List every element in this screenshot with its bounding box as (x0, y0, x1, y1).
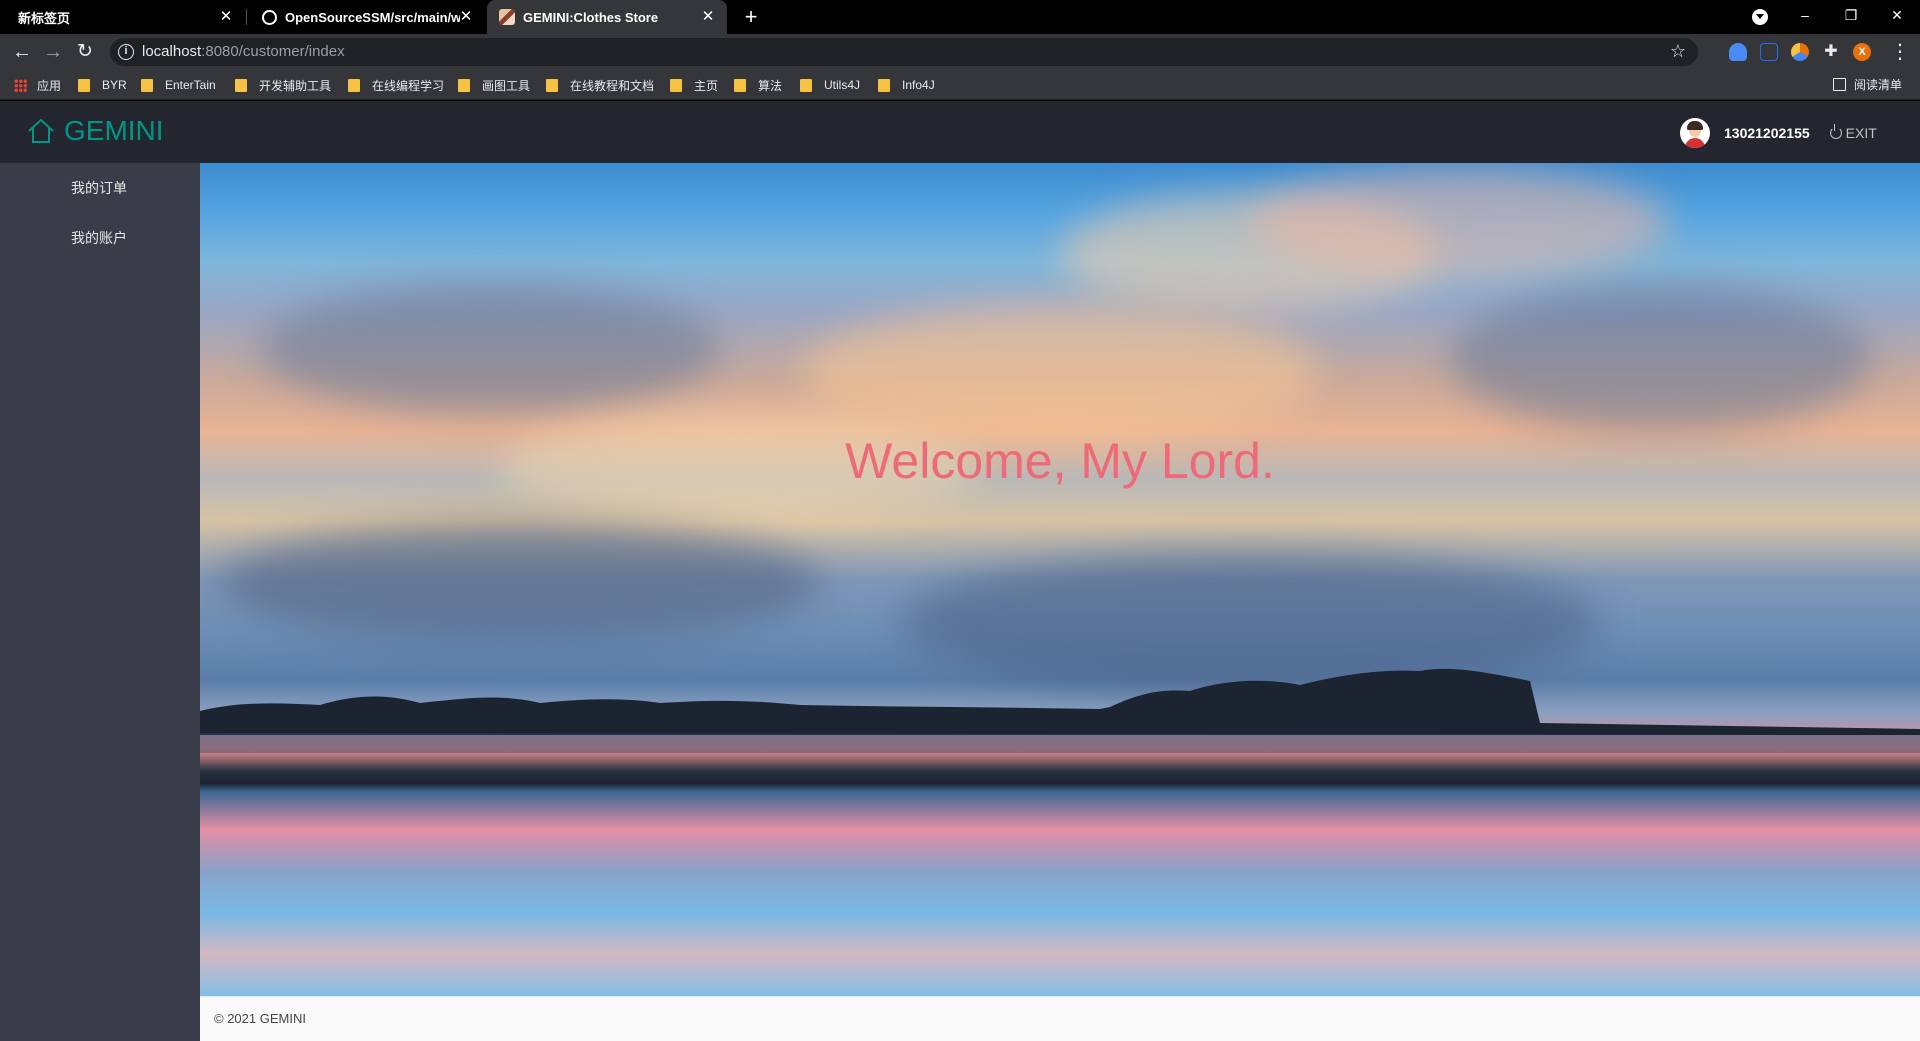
bookmark-label: Info4J (902, 78, 935, 92)
github-icon (262, 9, 277, 25)
folder-icon (348, 78, 360, 92)
store-favicon-icon (499, 9, 515, 25)
bookmark-label: 主页 (694, 78, 719, 93)
folder-icon (78, 78, 90, 92)
bookmark-folder[interactable]: EnterTain (141, 76, 216, 94)
folder-icon (141, 78, 153, 92)
cloud-shape (260, 283, 720, 413)
url-text[interactable]: localhost:8080/customer/index (142, 43, 345, 60)
cloud-shape (220, 523, 820, 643)
user-area: 13021202155 EXIT (1680, 118, 1877, 148)
browser-menu-icon[interactable]: ⋮ (1890, 40, 1910, 64)
folder-icon (800, 78, 812, 92)
tab-separator (246, 9, 247, 25)
tab-new-tab[interactable]: 新标签页 ✕ (0, 0, 245, 34)
cloud-shape (1450, 283, 1870, 433)
treeline-silhouette (200, 668, 1920, 753)
bookmark-label: BYR (102, 78, 127, 92)
tab-gemini-store[interactable]: GEMINI:Clothes Store ✕ (487, 0, 727, 34)
tab-close-icon[interactable]: ✕ (457, 8, 475, 26)
forward-arrow-icon[interactable]: → (41, 40, 65, 64)
tab-close-icon[interactable]: ✕ (699, 8, 717, 26)
folder-icon (546, 78, 558, 92)
sidebar: 我的订单 我的账户 (0, 163, 200, 1041)
bookmarks-bar: 应用 BYR EnterTain 开发辅助工具 在线编程学习 画图工具 在线教程… (0, 70, 1920, 100)
extensions-puzzle-icon[interactable]: ✚ (1822, 43, 1840, 61)
apps-grid-icon (14, 78, 27, 92)
new-tab-button[interactable]: + (738, 4, 764, 30)
bookmark-folder[interactable]: 画图工具 (458, 76, 530, 94)
home-icon (28, 118, 54, 143)
extension-translate-icon[interactable] (1791, 43, 1809, 61)
bookmark-label: 算法 (758, 78, 783, 93)
bookmark-folder[interactable]: BYR (78, 76, 127, 94)
bookmark-folder[interactable]: 算法 (734, 76, 782, 94)
copyright-text: © 2021 GEMINI (214, 1011, 306, 1026)
bookmark-label: 在线编程学习 (372, 78, 445, 93)
exit-button[interactable]: EXIT (1829, 124, 1877, 141)
browser-tab-strip: 新标签页 ✕ OpenSourceSSM/src/main/we ✕ GEMIN… (0, 0, 1920, 34)
bookmark-label: 应用 (37, 78, 62, 93)
exit-label: EXIT (1845, 125, 1877, 141)
avatar-hair (1687, 121, 1703, 130)
bookmark-label: EnterTain (165, 78, 216, 92)
reading-list-button[interactable]: 阅读清单 (1833, 76, 1902, 93)
username[interactable]: 13021202155 (1724, 125, 1810, 141)
reading-list-icon (1833, 78, 1846, 91)
tab-title: 新标签页 (18, 10, 71, 26)
tab-title: OpenSourceSSM/src/main/we (285, 9, 460, 25)
minimize-button[interactable]: – (1782, 0, 1828, 30)
bookmark-label: 在线教程和文档 (570, 78, 655, 93)
bookmark-folder[interactable]: 在线教程和文档 (546, 76, 654, 94)
bookmark-label: 画图工具 (482, 78, 531, 93)
logo-text: GEMINI (64, 115, 164, 146)
avatar[interactable] (1680, 118, 1710, 148)
bookmark-label: 开发辅助工具 (259, 78, 332, 93)
bookmark-folder[interactable]: 开发辅助工具 (235, 76, 331, 94)
cloud-shape (1250, 168, 1670, 278)
folder-icon (458, 78, 470, 92)
info-icon[interactable]: i (118, 44, 134, 60)
bookmark-folder[interactable]: Info4J (878, 76, 935, 94)
folder-icon (734, 78, 746, 92)
bookmark-folder[interactable]: 主页 (670, 76, 718, 94)
folder-icon (670, 78, 682, 92)
footer: © 2021 GEMINI (200, 996, 1920, 1041)
bookmark-apps[interactable]: 应用 (14, 76, 61, 94)
bookmark-star-icon[interactable]: ☆ (1670, 41, 1686, 62)
url-host: localhost (142, 43, 202, 60)
address-bar[interactable]: i localhost:8080/customer/index ☆ (110, 38, 1698, 66)
folder-icon (235, 78, 247, 92)
folder-icon (878, 78, 890, 92)
tab-search-icon[interactable] (1752, 9, 1768, 25)
bookmark-folder[interactable]: 在线编程学习 (348, 76, 444, 94)
sidebar-item-my-account[interactable]: 我的账户 (0, 213, 200, 263)
logo[interactable]: GEMINI (26, 115, 164, 147)
welcome-message: Welcome, My Lord. (845, 433, 1275, 489)
tab-title: GEMINI:Clothes Store (523, 9, 659, 25)
tab-close-icon[interactable]: ✕ (217, 8, 235, 26)
back-arrow-icon[interactable]: ← (10, 40, 34, 64)
app-header: GEMINI 13021202155 EXIT (0, 101, 1920, 163)
bookmark-folder[interactable]: Utils4J (800, 76, 860, 94)
hero-background-image: Welcome, My Lord. (200, 163, 1920, 996)
bookmark-label: Utils4J (824, 78, 861, 92)
url-path: :8080/customer/index (201, 43, 345, 60)
extension-shield-icon[interactable] (1729, 43, 1747, 61)
power-icon (1829, 124, 1842, 139)
tab-github[interactable]: OpenSourceSSM/src/main/we ✕ (252, 0, 485, 34)
sidebar-item-my-orders[interactable]: 我的订单 (0, 163, 200, 213)
extension-n-icon[interactable] (1760, 43, 1778, 61)
reload-icon[interactable]: ↻ (73, 40, 97, 64)
reading-list-label: 阅读清单 (1854, 78, 1903, 92)
cloud-shape (800, 303, 1320, 443)
profile-avatar-icon[interactable]: X (1853, 43, 1871, 61)
restore-button[interactable]: ❐ (1828, 0, 1874, 30)
close-window-button[interactable]: ✕ (1874, 0, 1920, 30)
browser-toolbar: ← → ↻ i localhost:8080/customer/index ☆ … (0, 34, 1920, 70)
web-page: GEMINI 13021202155 EXIT 我的订单 我的账户 Welcom… (0, 101, 1920, 1041)
avatar-body (1685, 138, 1705, 148)
